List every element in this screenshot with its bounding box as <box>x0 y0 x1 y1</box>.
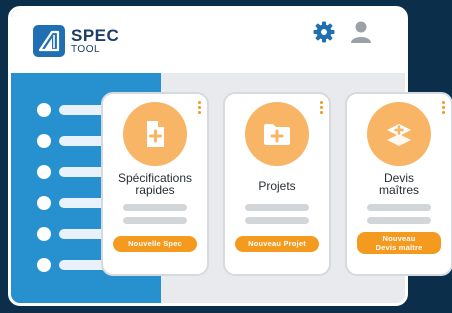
sidebar-item-label-placeholder <box>59 260 107 270</box>
gear-icon[interactable] <box>312 20 336 44</box>
sidebar-item-dot <box>37 258 51 272</box>
folder-plus-icon <box>264 124 290 145</box>
sidebar-item-label-placeholder <box>59 105 107 115</box>
card-icon-circle <box>367 102 431 166</box>
sidebar-item-dot <box>37 227 51 241</box>
new-spec-button[interactable]: Nouvelle Spec <box>113 236 197 252</box>
kebab-menu-icon[interactable] <box>442 101 446 115</box>
card-icon-circle <box>123 102 187 166</box>
placeholder-line <box>245 204 309 211</box>
card-title: Devis maîtres <box>349 172 449 196</box>
logo-mark-icon <box>33 25 65 57</box>
sidebar-item-label-placeholder <box>59 136 107 146</box>
logo[interactable]: SPEC TOOL <box>11 9 162 73</box>
sidebar-item-dot <box>37 103 51 117</box>
new-master-quote-button[interactable]: Nouveau Devis maître <box>357 232 441 254</box>
sidebar-item-dot <box>37 134 51 148</box>
sidebar-item-label-placeholder <box>59 198 107 208</box>
sidebar-item-label-placeholder <box>59 167 107 177</box>
card-title-line2: maîtres <box>378 183 419 197</box>
card-master-quotes[interactable]: Devis maîtres Nouveau Devis maître <box>345 92 452 276</box>
placeholder-line <box>123 204 187 211</box>
placeholder-line <box>367 204 431 211</box>
card-icon-circle <box>245 102 309 166</box>
placeholder-line <box>245 217 309 224</box>
card-title-line1: Projets <box>258 179 296 193</box>
card-title: Projets <box>227 180 327 192</box>
sidebar-item-dot <box>37 196 51 210</box>
placeholder-line <box>367 217 431 224</box>
logo-text: SPEC TOOL <box>71 27 119 55</box>
new-project-button[interactable]: Nouveau Projet <box>235 236 319 252</box>
kebab-menu-icon[interactable] <box>198 101 202 115</box>
sidebar-item-label-placeholder <box>59 229 107 239</box>
card-projects[interactable]: Projets Nouveau Projet <box>223 92 331 276</box>
file-plus-icon <box>147 121 164 147</box>
placeholder-line <box>123 217 187 224</box>
card-title: Spécifications rapides <box>105 172 205 196</box>
sidebar-item-dot <box>37 165 51 179</box>
user-icon[interactable] <box>350 20 372 44</box>
kebab-menu-icon[interactable] <box>320 101 324 115</box>
logo-line1: SPEC <box>71 26 120 45</box>
button-line2: Devis maître <box>375 242 423 252</box>
layers-plus-icon <box>387 124 411 146</box>
logo-line2: TOOL <box>71 44 101 55</box>
card-title-line2: rapides <box>135 183 175 197</box>
card-quick-specs[interactable]: Spécifications rapides Nouvelle Spec <box>101 92 209 276</box>
